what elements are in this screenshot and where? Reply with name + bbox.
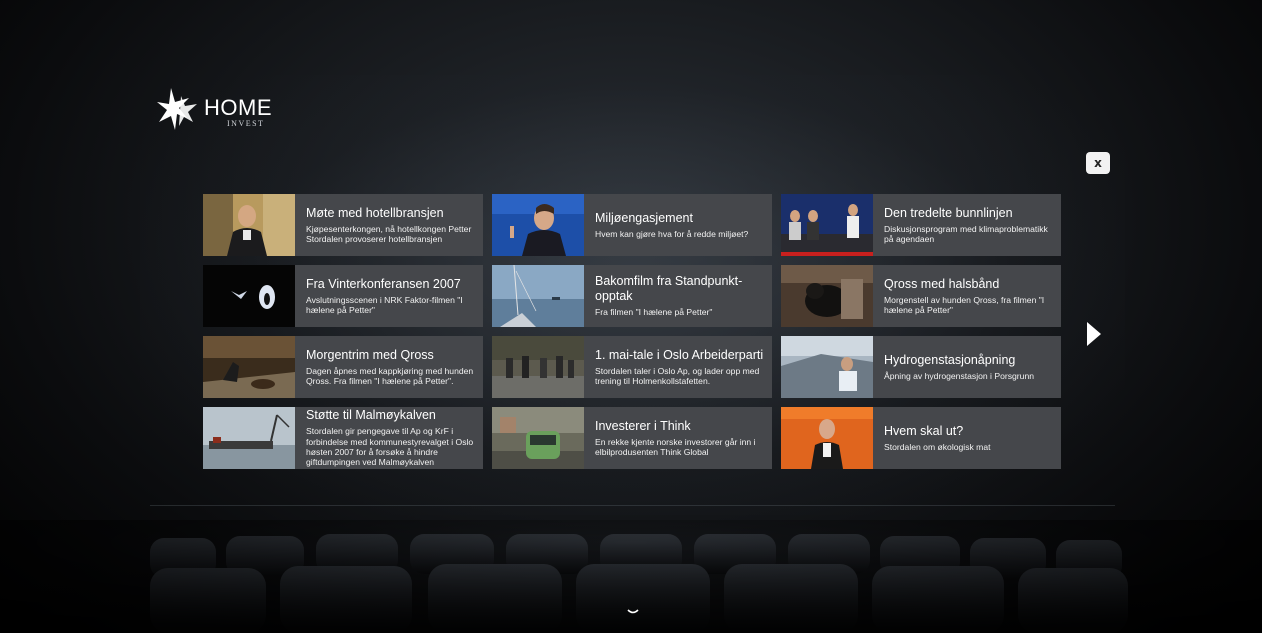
video-info: Investerer i Think En rekke kjente norsk… <box>584 407 772 469</box>
video-thumbnail <box>781 265 873 327</box>
video-info: Den tredelte bunnlinjen Diskusjonsprogra… <box>873 194 1061 256</box>
home-invest-logo[interactable]: HOME INVEST <box>157 88 277 132</box>
logo-wordmark: HOME <box>204 95 272 120</box>
video-thumbnail <box>781 336 873 398</box>
video-info: Møte med hotellbransjen Kjøpesenterkonge… <box>295 194 483 256</box>
video-thumbnail <box>203 194 295 256</box>
video-title: Møte med hotellbransjen <box>306 205 444 220</box>
video-tile[interactable]: Hvem skal ut? Stordalen om økologisk mat <box>781 407 1061 469</box>
video-tile[interactable]: Bakomfilm fra Standpunkt-opptak Fra film… <box>492 265 772 327</box>
logo-subtitle: INVEST <box>227 119 265 128</box>
video-description: Morgenstell av hunden Qross, fra filmen … <box>884 294 1045 315</box>
video-info: Hydrogenstasjonåpning Åpning av hydrogen… <box>873 336 1061 398</box>
video-tile[interactable]: Den tredelte bunnlinjen Diskusjonsprogra… <box>781 194 1061 256</box>
video-thumbnail <box>203 336 295 398</box>
video-description: Kjøpesenterkongen, nå hotellkongen Pette… <box>306 223 472 244</box>
video-title: Fra Vinterkonferansen 2007 <box>306 276 461 291</box>
video-info: Qross med halsbånd Morgenstell av hunden… <box>873 265 1061 327</box>
video-info: Støtte til Malmøykalven Stordalen gir pe… <box>295 407 483 469</box>
video-description: Stordalen gir pengegave til Ap og KrF i … <box>306 426 474 468</box>
next-page-arrow-icon[interactable] <box>1085 320 1103 348</box>
video-tile[interactable]: 1. mai-tale i Oslo Arbeiderparti Stordal… <box>492 336 772 398</box>
video-title: Støtte til Malmøykalven <box>306 408 436 423</box>
video-title: Bakomfilm fra Standpunkt-opptak <box>595 274 743 304</box>
chevron-down-icon[interactable] <box>626 607 640 617</box>
video-title: Miljøengasjement <box>595 210 693 225</box>
video-thumbnail <box>203 407 295 469</box>
video-description: Fra filmen "I hælene på Petter" <box>595 307 713 318</box>
video-description: Dagen åpnes med kappkjøring med hunden Q… <box>306 365 474 386</box>
video-tile[interactable]: Qross med halsbånd Morgenstell av hunden… <box>781 265 1061 327</box>
video-thumbnail <box>492 194 584 256</box>
video-title: 1. mai-tale i Oslo Arbeiderparti <box>595 347 764 362</box>
video-title: Hydrogenstasjonåpning <box>884 352 1016 367</box>
video-description: Stordalen taler i Oslo Ap, og lader opp … <box>595 365 760 386</box>
video-thumbnail <box>781 194 873 256</box>
video-tile[interactable]: Fra Vinterkonferansen 2007 Avslutningssc… <box>203 265 483 327</box>
video-tile[interactable]: Støtte til Malmøykalven Stordalen gir pe… <box>203 407 483 469</box>
video-description: Diskusjonsprogram med klimaproblematikk … <box>884 223 1048 244</box>
video-info: Morgentrim med Qross Dagen åpnes med kap… <box>295 336 483 398</box>
video-tile[interactable]: Investerer i Think En rekke kjente norsk… <box>492 407 772 469</box>
video-tile[interactable]: Miljøengasjement Hvem kan gjøre hva for … <box>492 194 772 256</box>
video-title: Hvem skal ut? <box>884 423 964 438</box>
video-description: Åpning av hydrogenstasjon i Porsgrunn <box>884 370 1035 381</box>
video-info: 1. mai-tale i Oslo Arbeiderparti Stordal… <box>584 336 772 398</box>
close-button[interactable]: x <box>1086 152 1110 174</box>
video-title: Den tredelte bunnlinjen <box>884 205 1013 220</box>
video-description: Avslutningsscenen i NRK Faktor-filmen "I… <box>306 294 463 315</box>
video-info: Bakomfilm fra Standpunkt-opptak Fra film… <box>584 265 772 327</box>
video-grid: Møte med hotellbransjen Kjøpesenterkonge… <box>203 194 1061 469</box>
video-thumbnail <box>781 407 873 469</box>
video-tile[interactable]: Morgentrim med Qross Dagen åpnes med kap… <box>203 336 483 398</box>
video-description: En rekke kjente norske investorer går in… <box>595 436 756 457</box>
video-title: Qross med halsbånd <box>884 276 1000 291</box>
video-tile[interactable]: Hydrogenstasjonåpning Åpning av hydrogen… <box>781 336 1061 398</box>
video-tile[interactable]: Møte med hotellbransjen Kjøpesenterkonge… <box>203 194 483 256</box>
video-thumbnail <box>492 265 584 327</box>
video-title: Morgentrim med Qross <box>306 347 434 362</box>
star-logo-icon <box>157 88 197 130</box>
video-info: Fra Vinterkonferansen 2007 Avslutningssc… <box>295 265 483 327</box>
video-thumbnail <box>492 407 584 469</box>
video-description: Stordalen om økologisk mat <box>884 441 991 452</box>
stage-edge <box>150 505 1115 506</box>
video-info: Hvem skal ut? Stordalen om økologisk mat <box>873 407 1061 469</box>
video-thumbnail <box>492 336 584 398</box>
video-info: Miljøengasjement Hvem kan gjøre hva for … <box>584 194 772 256</box>
video-thumbnail <box>203 265 295 327</box>
video-description: Hvem kan gjøre hva for å redde miljøet? <box>595 228 749 239</box>
video-title: Investerer i Think <box>595 418 691 433</box>
